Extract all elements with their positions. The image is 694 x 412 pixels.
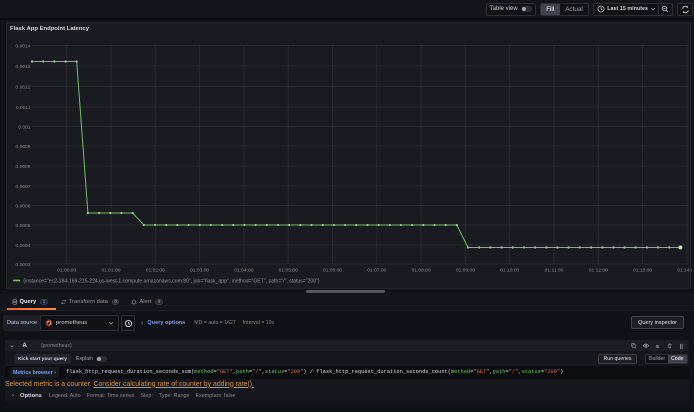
svg-text:01:07:00: 01:07:00 [367, 268, 386, 274]
svg-text:01:05:00: 01:05:00 [279, 268, 298, 274]
svg-text:01:00:00: 01:00:00 [57, 268, 76, 274]
svg-text:01:12:00: 01:12:00 [589, 268, 608, 274]
svg-text:0.0004: 0.0004 [16, 243, 31, 249]
svg-text:01:11:00: 01:11:00 [545, 268, 564, 274]
svg-text:0.0013: 0.0013 [16, 64, 31, 70]
svg-text:01:01:00: 01:01:00 [101, 268, 120, 274]
svg-text:{instance="ec2-184-169-216-224: {instance="ec2-184-169-216-224.us-west-1… [23, 279, 320, 285]
svg-text:01:02:00: 01:02:00 [146, 268, 165, 274]
svg-text:0.0008: 0.0008 [16, 164, 31, 170]
svg-text:01:03:00: 01:03:00 [190, 268, 209, 274]
svg-text:01:10:00: 01:10:00 [500, 268, 519, 274]
svg-text:0.0007: 0.0007 [16, 184, 31, 190]
svg-text:0.0014: 0.0014 [16, 43, 31, 49]
svg-text:0.0011: 0.0011 [16, 105, 31, 111]
svg-text:01:13:00: 01:13:00 [633, 268, 652, 274]
svg-text:01:09:00: 01:09:00 [456, 268, 475, 274]
svg-text:0.001: 0.001 [18, 124, 31, 130]
svg-text:0.0009: 0.0009 [16, 144, 31, 150]
svg-text:0.0006: 0.0006 [16, 203, 31, 209]
svg-text:0.0012: 0.0012 [16, 84, 31, 90]
svg-text:01:06:00: 01:06:00 [323, 268, 342, 274]
svg-text:0.0003: 0.0003 [16, 262, 31, 268]
svg-text:01:08:00: 01:08:00 [412, 268, 431, 274]
svg-text:0.0005: 0.0005 [16, 223, 31, 229]
svg-text:01:14:00: 01:14:00 [677, 268, 692, 274]
svg-text:01:04:00: 01:04:00 [234, 268, 253, 274]
